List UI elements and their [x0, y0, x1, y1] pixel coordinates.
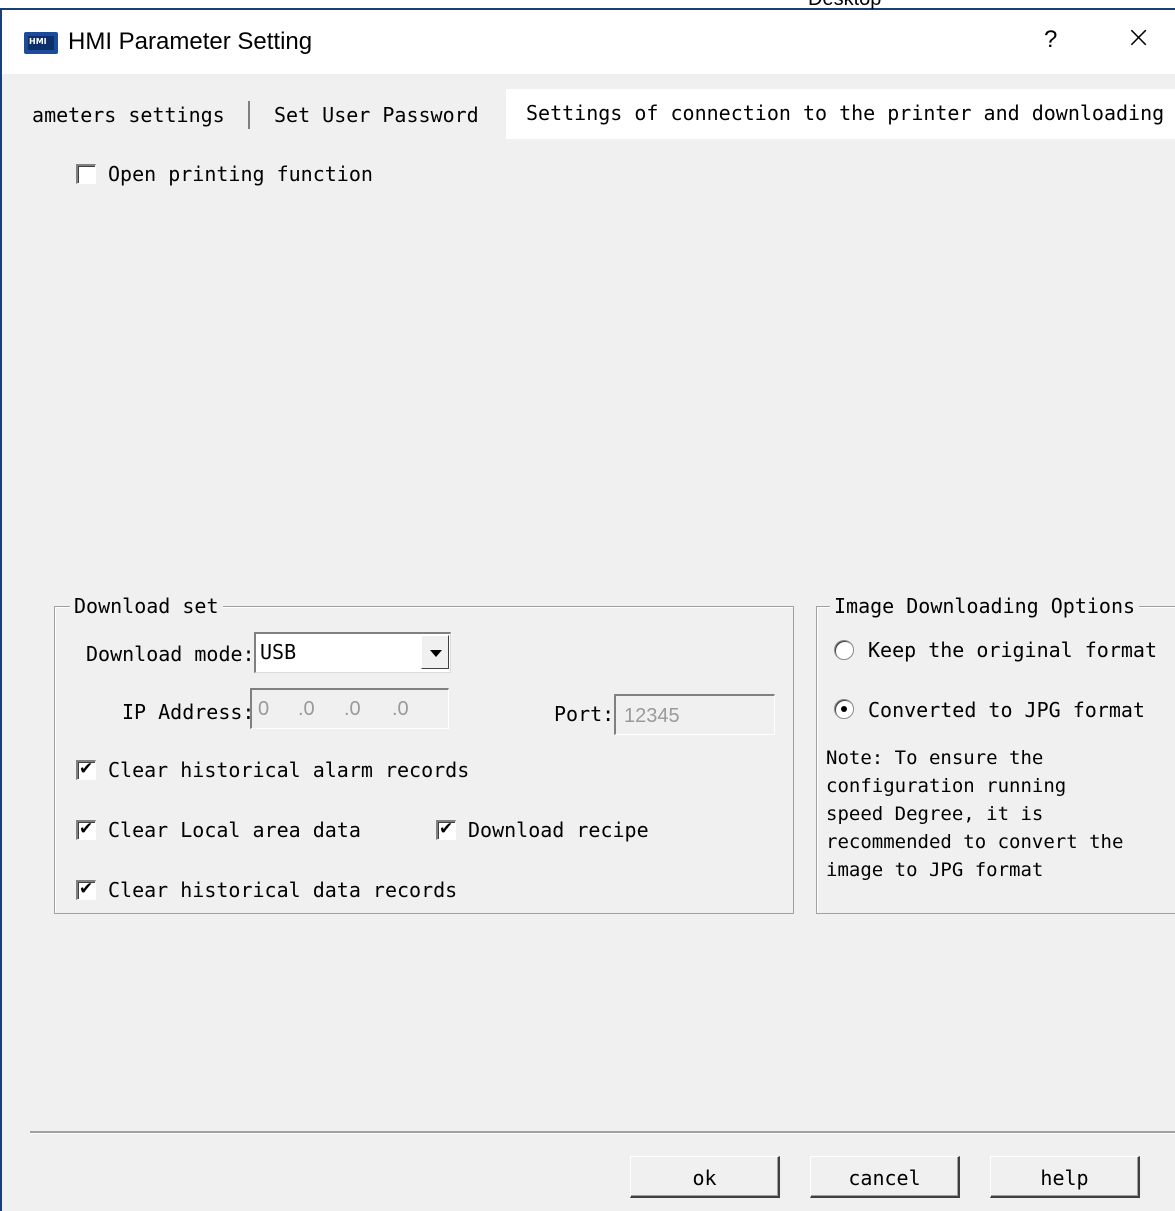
clear-data-records-label: Clear historical data records	[108, 878, 458, 902]
desktop-strip	[0, 0, 1175, 10]
open-printing-label: Open printing function	[108, 162, 373, 186]
keep-original-label: Keep the original format	[868, 638, 1157, 662]
clear-local-area-label: Clear Local area data	[108, 818, 361, 842]
tab-set-user-password[interactable]: Set User Password	[274, 93, 479, 137]
chevron-down-icon[interactable]	[421, 635, 449, 669]
ip-address-label: IP Address:	[122, 700, 255, 724]
port-label: Port:	[554, 702, 615, 726]
ip-octet-3: .0	[344, 698, 361, 720]
tab-printer-and-downloading[interactable]: Settings of connection to the printer an…	[526, 91, 1164, 135]
image-options-title: Image Downloading Options	[830, 594, 1140, 618]
ip-address-field[interactable]: 0 .0 .0 .0	[250, 688, 449, 729]
window-title: HMI Parameter Setting	[68, 28, 313, 55]
convert-jpg-label: Converted to JPG format	[868, 698, 1145, 722]
tab-set-user-password-label: Set User Password	[274, 103, 479, 127]
download-recipe-checkbox[interactable]	[436, 819, 456, 840]
close-icon[interactable]: ×	[1126, 20, 1151, 55]
download-recipe-label: Download recipe	[468, 818, 649, 842]
button-separator	[30, 1131, 1175, 1134]
clear-alarm-records-checkbox[interactable]	[76, 759, 96, 780]
open-printing-checkbox[interactable]	[76, 164, 96, 184]
hmi-app-icon-label: HMI	[29, 37, 47, 46]
image-options-note: Note: To ensure the configuration runnin…	[826, 747, 1124, 881]
convert-jpg-radio[interactable]	[834, 699, 854, 719]
tab-parameters-settings-label: rameters settings	[32, 103, 225, 127]
tab-printer-and-downloading-label: Settings of connection to the printer an…	[526, 101, 1165, 125]
download-mode-value: USB	[260, 640, 297, 664]
tab-strip: rameters settings Set User Password Sett…	[2, 89, 1175, 139]
port-value: 12345	[624, 705, 680, 727]
ip-octet-4: .0	[392, 698, 409, 720]
hmi-app-icon: HMI	[24, 32, 58, 54]
download-set-title: Download set	[70, 594, 223, 618]
ok-button[interactable]: ok	[630, 1156, 780, 1198]
download-mode-select[interactable]: USB	[254, 632, 451, 673]
tab-parameters-settings[interactable]: rameters settings	[32, 93, 252, 137]
port-field[interactable]: 12345	[614, 694, 775, 735]
clear-local-area-checkbox[interactable]	[76, 819, 96, 840]
clear-data-records-checkbox[interactable]	[76, 879, 96, 900]
help-button[interactable]: help	[990, 1156, 1140, 1198]
help-question-icon[interactable]: ?	[1044, 26, 1057, 54]
keep-original-radio[interactable]	[834, 640, 854, 660]
ip-octet-2: .0	[298, 698, 315, 720]
tab-separator	[248, 101, 250, 129]
ip-octet-1: 0	[258, 698, 270, 720]
download-mode-label: Download mode:	[86, 642, 255, 666]
clear-alarm-records-label: Clear historical alarm records	[108, 758, 470, 782]
cancel-button[interactable]: cancel	[810, 1156, 960, 1198]
